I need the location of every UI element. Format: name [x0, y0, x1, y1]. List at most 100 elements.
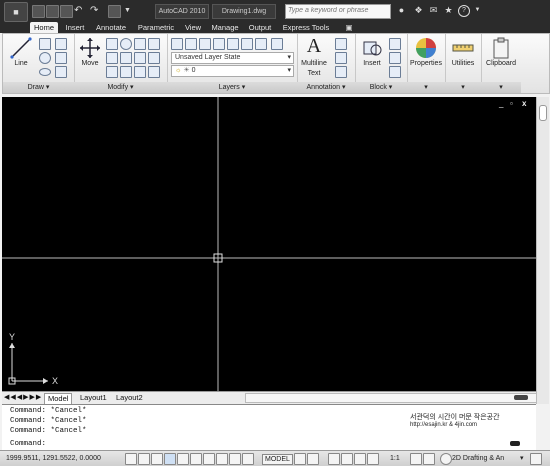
measure-icon[interactable]: [451, 36, 475, 60]
tab-output[interactable]: Output: [246, 22, 274, 33]
circle-icon[interactable]: [39, 52, 51, 64]
rectangle-icon[interactable]: [55, 52, 67, 64]
help-dropdown-icon[interactable]: ▼: [472, 5, 483, 16]
annotation-scale[interactable]: 1:1: [390, 454, 400, 463]
arc-undo-icon[interactable]: [55, 38, 67, 50]
viewport-restore-button[interactable]: ▫: [510, 99, 513, 108]
ortho-icon[interactable]: [151, 453, 163, 465]
pan-icon[interactable]: [328, 453, 340, 465]
layer-lock-icon[interactable]: [271, 38, 283, 50]
hatch-icon[interactable]: [55, 66, 67, 78]
quick-properties-icon[interactable]: [242, 453, 254, 465]
layer-off-icon[interactable]: [255, 38, 267, 50]
properties-panel-label[interactable]: ▾: [407, 82, 445, 93]
drawing-area[interactable]: Y X _ ▫ x: [2, 97, 536, 391]
search-input[interactable]: [286, 5, 390, 16]
clipboard-panel-label[interactable]: ▾: [481, 82, 521, 93]
annotation-panel-label[interactable]: Annotation ▾: [297, 82, 355, 93]
favorites-icon[interactable]: ★: [443, 5, 454, 16]
grid-icon[interactable]: [138, 453, 150, 465]
tab-annotate[interactable]: Annotate: [92, 22, 130, 33]
scrollbar-thumb[interactable]: [514, 395, 528, 400]
layer-match-icon[interactable]: [185, 38, 197, 50]
plot-icon[interactable]: [108, 5, 121, 18]
tab-express-tools[interactable]: Express Tools: [280, 22, 332, 33]
tab-manage[interactable]: Manage: [208, 22, 242, 33]
scrollbar-thumb[interactable]: [539, 105, 547, 121]
ellipse-icon[interactable]: [39, 68, 51, 76]
autoscale-icon[interactable]: [423, 453, 435, 465]
horizontal-scrollbar[interactable]: [245, 393, 537, 403]
offset-icon[interactable]: [120, 66, 132, 78]
copy-icon[interactable]: [106, 52, 118, 64]
tab-layout2[interactable]: Layout2: [113, 393, 146, 403]
annotation-visibility-icon[interactable]: [410, 453, 422, 465]
rotate-icon[interactable]: [106, 38, 118, 50]
block-panel-label[interactable]: Block ▾: [355, 82, 407, 93]
create-block-icon[interactable]: [389, 38, 401, 50]
redo-icon[interactable]: ↷: [90, 5, 101, 16]
tab-layout1[interactable]: Layout1: [77, 393, 110, 403]
scale-icon[interactable]: [134, 52, 146, 64]
tab-parametric[interactable]: Parametric: [135, 22, 177, 33]
osnap-icon[interactable]: [177, 453, 189, 465]
utilities-panel-label[interactable]: ▾: [445, 82, 481, 93]
application-menu-button[interactable]: ■: [4, 2, 28, 22]
showmotion-icon[interactable]: [367, 453, 379, 465]
workspace-switcher[interactable]: 2D Drafting & An: [452, 454, 504, 463]
paste-icon[interactable]: [489, 36, 513, 60]
quick-view-drawings-icon[interactable]: [307, 453, 319, 465]
trim-icon[interactable]: [120, 38, 132, 50]
save-icon[interactable]: [60, 5, 73, 18]
insert-block-icon[interactable]: [360, 36, 384, 60]
command-scroll-thumb[interactable]: [510, 441, 520, 446]
coordinates-readout[interactable]: 1999.9511, 1291.5522, 0.0000: [6, 454, 101, 463]
polyline-icon[interactable]: [39, 38, 51, 50]
undo-icon[interactable]: ↶: [74, 5, 85, 16]
dimension-icon[interactable]: [335, 38, 347, 50]
fillet-icon[interactable]: [148, 38, 160, 50]
otrack-icon[interactable]: [190, 453, 202, 465]
mirror-icon[interactable]: [134, 38, 146, 50]
layer-freeze-icon[interactable]: [241, 38, 253, 50]
clean-screen-icon[interactable]: [530, 453, 542, 465]
erase-icon[interactable]: [106, 66, 118, 78]
steering-wheel-icon[interactable]: [354, 453, 366, 465]
qat-dropdown-icon[interactable]: ▼: [124, 5, 135, 16]
ducs-icon[interactable]: [203, 453, 215, 465]
table-icon[interactable]: [335, 66, 347, 78]
layers-panel-label[interactable]: Layers ▾: [167, 82, 297, 93]
model-space-toggle[interactable]: MODEL: [262, 454, 293, 465]
layout-nav-arrows-icon[interactable]: ◀◀◀▶▶▶: [4, 393, 42, 401]
lineweight-icon[interactable]: [229, 453, 241, 465]
polar-icon[interactable]: [164, 453, 176, 465]
tab-model[interactable]: Model: [44, 393, 73, 404]
subscription-icon[interactable]: ❖: [413, 5, 424, 16]
layer-unisolate-icon[interactable]: [227, 38, 239, 50]
modify-panel-label[interactable]: Modify ▾: [74, 82, 167, 93]
tab-view[interactable]: View: [182, 22, 204, 33]
layer-properties-icon[interactable]: [171, 38, 183, 50]
workspace-dropdown-icon[interactable]: ▾: [520, 454, 524, 463]
explode-icon[interactable]: [148, 52, 160, 64]
vertical-scrollbar[interactable]: [536, 97, 549, 404]
tab-insert[interactable]: Insert: [62, 22, 88, 33]
zoom-icon[interactable]: [341, 453, 353, 465]
leader-icon[interactable]: [335, 52, 347, 64]
line-icon[interactable]: [9, 36, 33, 60]
layer-state-dropdown[interactable]: Unsaved Layer State ▾: [171, 52, 294, 64]
move-icon[interactable]: [78, 36, 102, 60]
open-icon[interactable]: [46, 5, 59, 18]
layer-isolate-icon[interactable]: [213, 38, 225, 50]
help-icon[interactable]: ?: [458, 5, 470, 17]
snap-icon[interactable]: [125, 453, 137, 465]
viewport-minimize-button[interactable]: _: [499, 99, 503, 108]
layer-previous-icon[interactable]: [199, 38, 211, 50]
multiline-text-icon[interactable]: A: [303, 35, 325, 58]
command-prompt[interactable]: Command:: [10, 440, 46, 448]
workspace-gear-icon[interactable]: [440, 453, 452, 465]
properties-icon[interactable]: [414, 36, 438, 60]
draw-panel-label[interactable]: Draw ▾: [3, 82, 74, 93]
viewport-close-button[interactable]: x: [522, 99, 526, 108]
binoculars-icon[interactable]: ●: [396, 5, 407, 16]
